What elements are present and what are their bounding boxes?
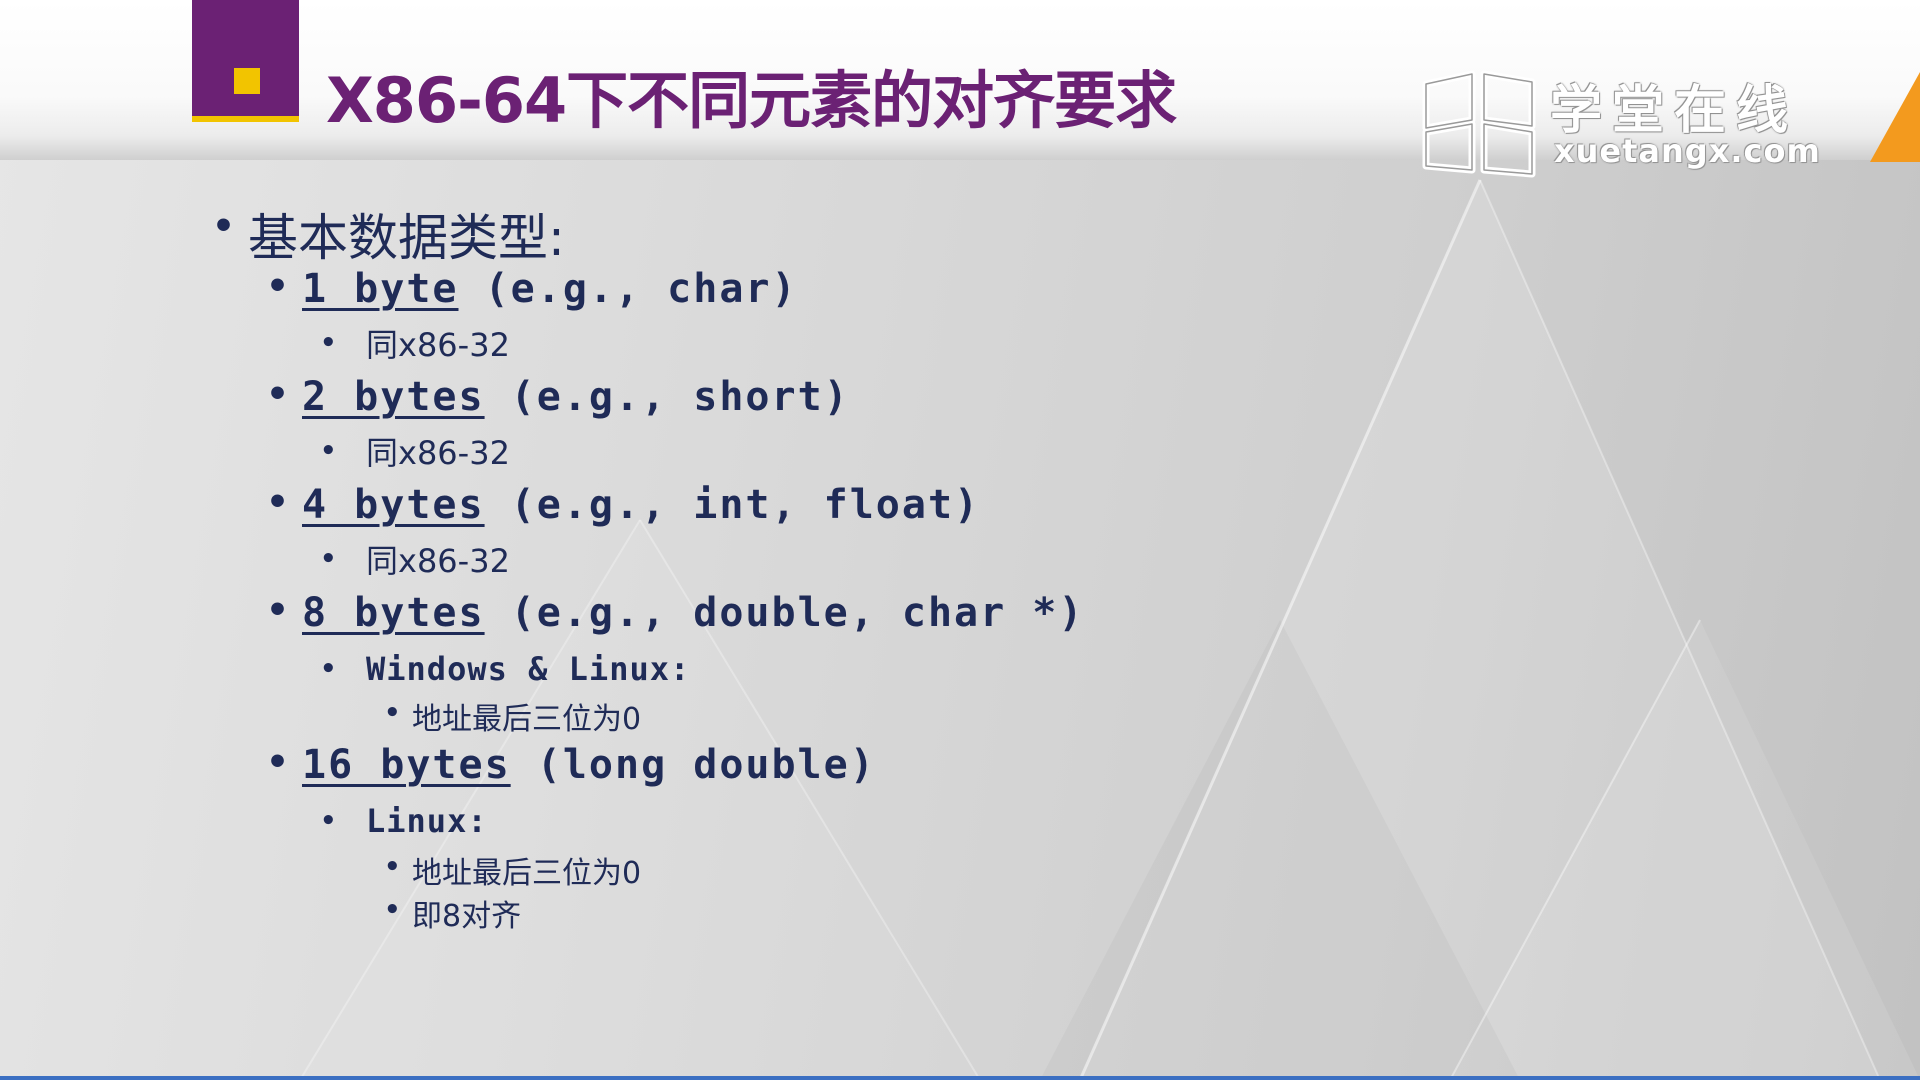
list-item: 16 bytes (long double) bbox=[302, 742, 876, 788]
bullet: • bbox=[320, 436, 337, 466]
orange-corner-accent bbox=[1870, 72, 1920, 162]
title-accent-square bbox=[234, 68, 260, 94]
bullet: • bbox=[384, 852, 401, 882]
list-item: 4 bytes (e.g., int, float) bbox=[302, 482, 980, 528]
sub-item: 同x86-32 bbox=[366, 326, 510, 364]
bullet: • bbox=[266, 482, 290, 523]
slide: X86-64下不同元素的对齐要求 学堂在线 xuetangx.com • 基本数… bbox=[0, 0, 1920, 1080]
bullet: • bbox=[266, 374, 290, 415]
sub-item: 同x86-32 bbox=[366, 542, 510, 580]
bullet: • bbox=[266, 590, 290, 631]
title-accent-block bbox=[192, 0, 299, 122]
list-item: 1 byte (e.g., char) bbox=[302, 266, 798, 312]
bullet: • bbox=[320, 328, 337, 358]
book-logo-icon bbox=[1422, 70, 1536, 178]
list-item: 8 bytes (e.g., double, char *) bbox=[302, 590, 1084, 636]
note-item: 地址最后三位为0 bbox=[412, 856, 642, 891]
bullet: • bbox=[384, 698, 401, 728]
bullet: • bbox=[320, 544, 337, 574]
bottom-bar bbox=[0, 1076, 1920, 1080]
bullet: • bbox=[266, 742, 290, 783]
example-text: (e.g., short) bbox=[484, 374, 850, 420]
example-text: (e.g., char) bbox=[458, 266, 798, 312]
bullet: • bbox=[320, 806, 337, 836]
bullet: • bbox=[212, 206, 236, 247]
size-label: 8 bytes bbox=[302, 590, 485, 636]
size-label: 1 byte bbox=[302, 266, 459, 312]
sub-item: 同x86-32 bbox=[366, 434, 510, 472]
note-item: 地址最后三位为0 bbox=[412, 702, 642, 737]
xuetangx-logo: 学堂在线 xuetangx.com bbox=[1420, 66, 1840, 182]
logo-text-en: xuetangx.com bbox=[1554, 132, 1821, 170]
example-text: (e.g., int, float) bbox=[484, 482, 981, 528]
sub-item: Windows & Linux: bbox=[366, 650, 691, 688]
list-item: 2 bytes (e.g., short) bbox=[302, 374, 850, 420]
slide-title: X86-64下不同元素的对齐要求 bbox=[326, 64, 1177, 137]
bullet: • bbox=[266, 266, 290, 307]
example-text: (long double) bbox=[510, 742, 876, 788]
heading-basic-types: 基本数据类型: bbox=[248, 209, 565, 267]
bullet: • bbox=[320, 654, 337, 684]
size-label: 4 bytes bbox=[302, 482, 485, 528]
note-item: 即8对齐 bbox=[412, 899, 522, 934]
size-label: 16 bytes bbox=[302, 742, 511, 788]
sub-item: Linux: bbox=[366, 802, 488, 840]
bullet: • bbox=[384, 895, 401, 925]
example-text: (e.g., double, char *) bbox=[484, 590, 1085, 636]
size-label: 2 bytes bbox=[302, 374, 485, 420]
